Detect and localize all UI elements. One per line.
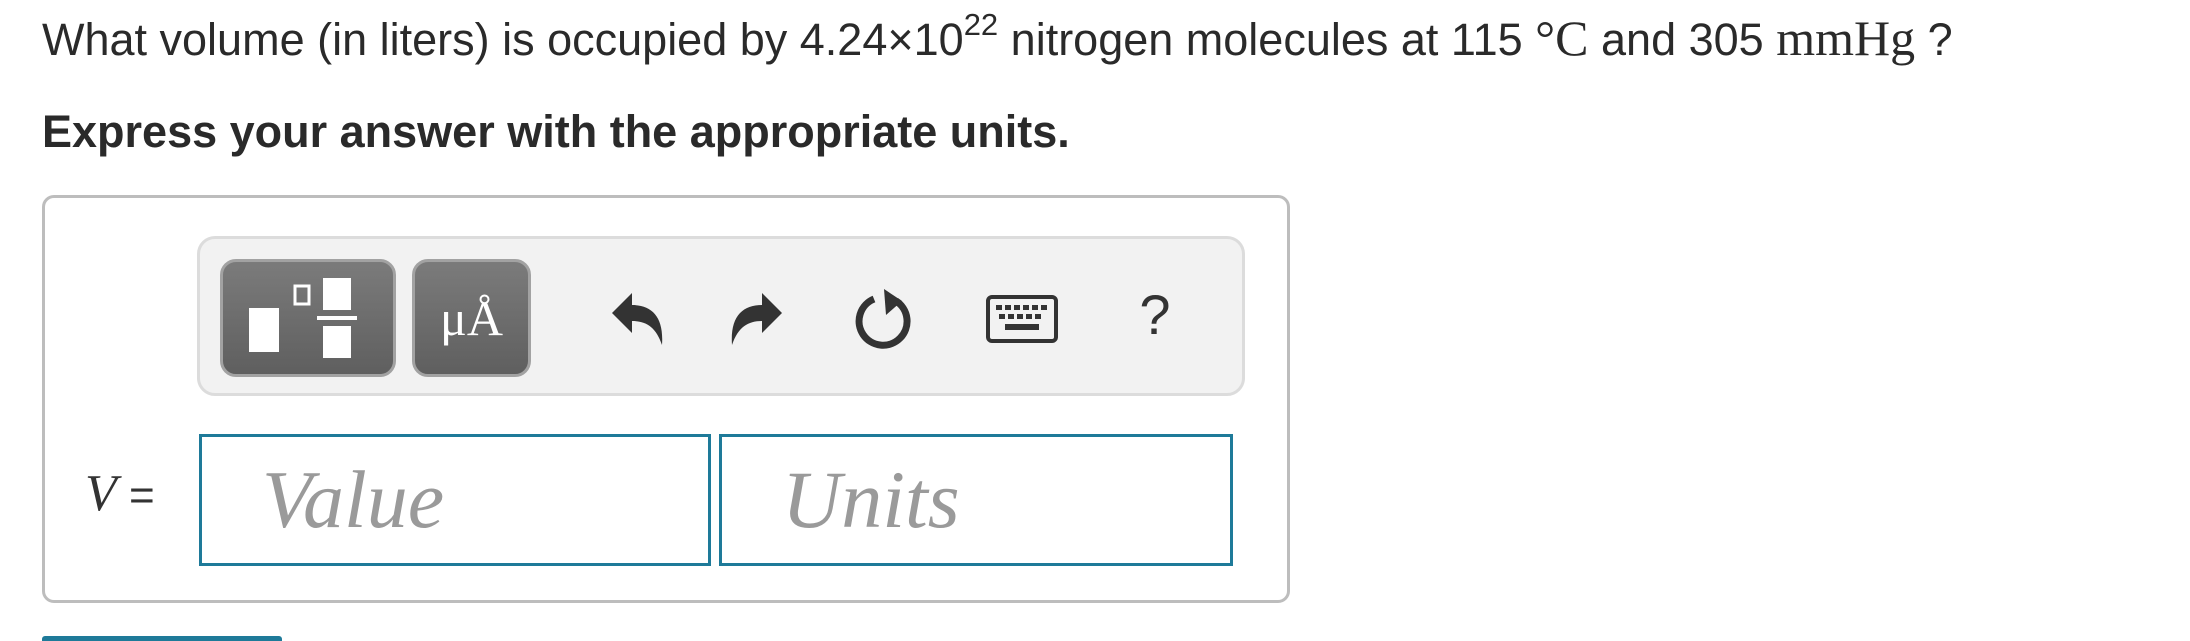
math-toolbar: μÅ ? bbox=[197, 236, 1245, 396]
variable-symbol: V bbox=[85, 465, 117, 522]
question-text: What volume (in liters) is occupied by 4… bbox=[42, 8, 1953, 70]
undo-button[interactable] bbox=[602, 285, 672, 355]
units-field[interactable] bbox=[719, 434, 1233, 566]
help-icon: ? bbox=[1139, 282, 1171, 346]
help-button[interactable]: ? bbox=[1130, 269, 1180, 359]
keyboard-button[interactable] bbox=[985, 291, 1059, 347]
temperature-unit: °C bbox=[1535, 10, 1589, 66]
question-middle: nitrogen molecules at 115 bbox=[998, 14, 1536, 65]
redo-icon bbox=[731, 293, 782, 345]
exponent: 22 bbox=[963, 7, 999, 42]
question-prefix: What volume (in liters) is occupied by 4… bbox=[42, 14, 964, 65]
templates-icon bbox=[249, 278, 357, 358]
templates-button[interactable] bbox=[220, 259, 396, 377]
value-field[interactable] bbox=[199, 434, 711, 566]
undo-icon bbox=[612, 293, 663, 345]
question-and: and 305 bbox=[1588, 14, 1777, 65]
variable-label: V = bbox=[85, 453, 155, 536]
submit-button[interactable] bbox=[42, 636, 282, 641]
pressure-unit: mmHg bbox=[1776, 10, 1916, 66]
units-button[interactable]: μÅ bbox=[412, 259, 531, 377]
question-suffix: ? bbox=[1915, 14, 1953, 65]
keyboard-icon bbox=[986, 295, 1058, 343]
units-input[interactable] bbox=[722, 437, 1230, 563]
instruction: Express your answer with the appropriate… bbox=[42, 106, 1070, 157]
value-input[interactable] bbox=[202, 437, 708, 563]
equals-sign: = bbox=[116, 471, 155, 520]
reset-icon bbox=[855, 289, 911, 349]
reset-button[interactable] bbox=[850, 285, 920, 355]
answer-panel: μÅ ? V = Value Units bbox=[42, 195, 1290, 603]
redo-button[interactable] bbox=[722, 285, 792, 355]
units-icon: μÅ bbox=[440, 290, 503, 346]
